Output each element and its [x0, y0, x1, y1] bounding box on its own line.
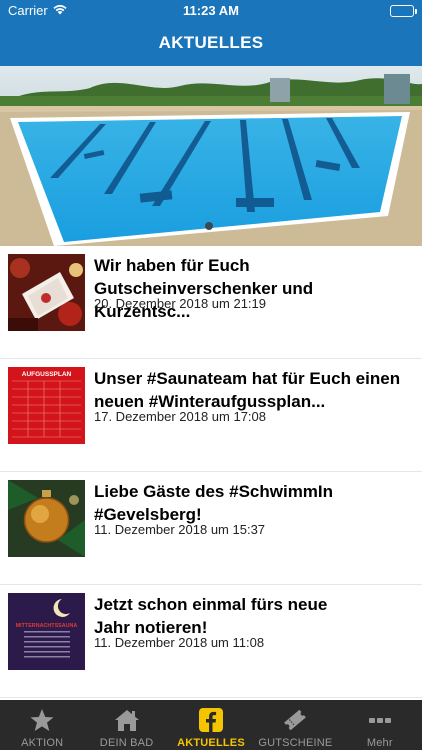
- facebook-icon: [198, 708, 224, 732]
- page-title: AKTUELLES: [158, 33, 264, 52]
- news-item[interactable]: Wir haben für Euch Gutscheinverschenker …: [0, 246, 422, 359]
- tab-label: AKTION: [21, 737, 64, 749]
- star-icon: [29, 708, 55, 732]
- news-title: Jetzt schon einmal fürs neue Jahr notier…: [94, 595, 328, 637]
- aufgussplan-image: AUFGUSSPLAN: [8, 367, 85, 444]
- tab-label: AKTUELLES: [177, 737, 245, 749]
- tab-bar: AKTION DEIN BAD AKTUELLES GUTSCHEINE Meh…: [0, 700, 422, 750]
- tab-aktuelles[interactable]: AKTUELLES: [169, 700, 253, 750]
- mitternachtssauna-image: MITTERNACHTSSAUNA: [8, 593, 85, 670]
- news-list: Wir haben für Euch Gutscheinverschenker …: [0, 246, 422, 698]
- home-icon: [114, 708, 140, 732]
- news-title: Liebe Gäste des #SchwimmIn #Gevelsberg!: [94, 482, 334, 524]
- hero-pool-image: [0, 66, 422, 246]
- news-item[interactable]: MITTERNACHTSSAUNA Jetzt schon einmal für…: [0, 585, 422, 698]
- tab-mehr[interactable]: Mehr: [338, 700, 422, 750]
- status-bar: Carrier 11:23 AM: [0, 0, 422, 22]
- news-title: Wir haben für Euch Gutscheinverschenker …: [94, 256, 314, 321]
- christmas-bauble-image: [8, 480, 85, 557]
- gift-voucher-image: [8, 254, 85, 331]
- clock: 11:23 AM: [183, 3, 239, 18]
- tab-label: DEIN BAD: [99, 737, 154, 749]
- news-date: 11. Dezember 2018 um 11:08: [94, 635, 265, 650]
- news-item[interactable]: Liebe Gäste des #SchwimmIn #Gevelsberg! …: [0, 472, 422, 585]
- tab-aktion[interactable]: AKTION: [0, 700, 84, 750]
- news-date: 11. Dezember 2018 um 15:37: [94, 522, 266, 537]
- news-title: Unser #Saunateam hat für Euch einen neue…: [94, 369, 401, 411]
- tab-dein-bad[interactable]: DEIN BAD: [84, 700, 168, 750]
- more-icon: [367, 708, 393, 732]
- battery-icon: [390, 5, 417, 17]
- mitternachtssauna-label: MITTERNACHTSSAUNA: [16, 623, 78, 629]
- aufgussplan-label: AUFGUSSPLAN: [22, 371, 72, 378]
- news-date: 20. Dezember 2018 um 21:19: [94, 296, 266, 311]
- tab-label: GUTSCHEINE: [258, 737, 333, 749]
- app-header: Carrier 11:23 AM AKTUELLES: [0, 0, 422, 66]
- tab-gutscheine[interactable]: GUTSCHEINE: [253, 700, 337, 750]
- news-item[interactable]: AUFGUSSPLAN Unser #Saunateam hat für Euc…: [0, 359, 422, 472]
- tab-label: Mehr: [366, 737, 393, 749]
- ticket-icon: [282, 708, 308, 732]
- news-date: 17. Dezember 2018 um 17:08: [94, 409, 266, 424]
